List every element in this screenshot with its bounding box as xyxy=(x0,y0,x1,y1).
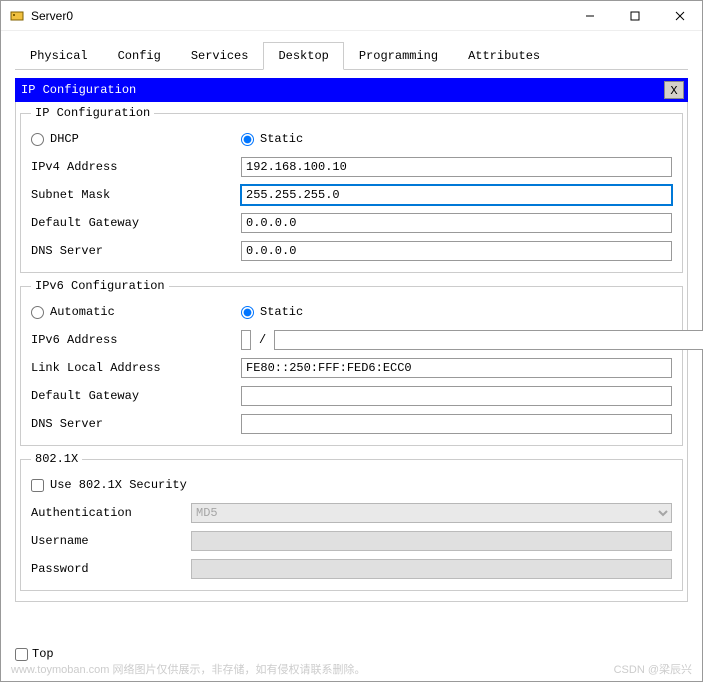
ipv6-auto-label: Automatic xyxy=(50,305,115,319)
use-8021x-label: Use 802.1X Security xyxy=(50,478,187,492)
ipv6-gateway-input[interactable] xyxy=(241,386,672,406)
ipv4-legend: IP Configuration xyxy=(31,106,154,120)
dot1x-legend: 802.1X xyxy=(31,452,82,466)
authentication-select: MD5 xyxy=(191,503,672,523)
maximize-button[interactable] xyxy=(612,1,657,31)
tab-services[interactable]: Services xyxy=(176,42,264,70)
minimize-button[interactable] xyxy=(567,1,612,31)
dot1x-fieldset: 802.1X Use 802.1X Security Authenticatio… xyxy=(20,452,683,591)
ipv4-static-label: Static xyxy=(260,132,303,146)
ip-config-body: IP Configuration DHCP Static IPv4 Addres… xyxy=(15,102,688,602)
ipv4-dns-input[interactable] xyxy=(241,241,672,261)
ipv6-dns-label: DNS Server xyxy=(31,417,241,431)
username-input xyxy=(191,531,672,551)
password-label: Password xyxy=(31,562,191,576)
window-titlebar: Server0 xyxy=(1,1,702,31)
ipv6-address-input[interactable] xyxy=(241,330,251,350)
ipv6-auto-input[interactable] xyxy=(31,306,44,319)
tab-programming[interactable]: Programming xyxy=(344,42,453,70)
ipv6-prefix-input[interactable] xyxy=(274,330,703,350)
panel-title: IP Configuration xyxy=(21,83,664,97)
ipv6-static-radio[interactable]: Static xyxy=(241,305,451,319)
ipv4-dhcp-radio[interactable]: DHCP xyxy=(31,132,241,146)
ipv6-gateway-label: Default Gateway xyxy=(31,389,241,403)
ipv4-static-input[interactable] xyxy=(241,133,254,146)
subnet-mask-label: Subnet Mask xyxy=(31,188,241,202)
ipv4-dhcp-label: DHCP xyxy=(50,132,79,146)
link-local-label: Link Local Address xyxy=(31,361,241,375)
ipv6-address-label: IPv6 Address xyxy=(31,333,241,347)
ipv6-static-label: Static xyxy=(260,305,303,319)
close-button[interactable] xyxy=(657,1,702,31)
ipv4-static-radio[interactable]: Static xyxy=(241,132,451,146)
authentication-label: Authentication xyxy=(31,506,191,520)
ipv6-legend: IPv6 Configuration xyxy=(31,279,169,293)
ipv6-dns-input[interactable] xyxy=(241,414,672,434)
use-8021x-checkbox[interactable]: Use 802.1X Security xyxy=(31,478,187,492)
app-icon xyxy=(9,8,25,24)
slash-separator: / xyxy=(259,333,266,347)
ipv4-address-input[interactable] xyxy=(241,157,672,177)
watermark-right: CSDN @梁辰兴 xyxy=(614,661,692,677)
tab-desktop[interactable]: Desktop xyxy=(263,42,343,70)
ipv6-auto-radio[interactable]: Automatic xyxy=(31,305,241,319)
tab-attributes[interactable]: Attributes xyxy=(453,42,555,70)
ipv4-dns-label: DNS Server xyxy=(31,244,241,258)
ipv6-fieldset: IPv6 Configuration Automatic Static IPv6… xyxy=(20,279,683,446)
ipv4-address-label: IPv4 Address xyxy=(31,160,241,174)
ipv6-static-input[interactable] xyxy=(241,306,254,319)
ipv4-gateway-label: Default Gateway xyxy=(31,216,241,230)
panel-close-button[interactable]: X xyxy=(664,81,684,99)
ip-config-header: IP Configuration X xyxy=(15,78,688,102)
use-8021x-input[interactable] xyxy=(31,479,44,492)
ipv4-dhcp-input[interactable] xyxy=(31,133,44,146)
window-title: Server0 xyxy=(31,9,567,23)
top-checkbox-input[interactable] xyxy=(15,648,28,661)
subnet-mask-input[interactable] xyxy=(241,185,672,205)
main-tabs: Physical Config Services Desktop Program… xyxy=(15,41,688,70)
tab-physical[interactable]: Physical xyxy=(15,42,103,70)
ipv4-gateway-input[interactable] xyxy=(241,213,672,233)
username-label: Username xyxy=(31,534,191,548)
top-checkbox[interactable]: Top xyxy=(15,647,54,661)
footer: Top xyxy=(15,647,688,661)
link-local-input[interactable] xyxy=(241,358,672,378)
password-input xyxy=(191,559,672,579)
watermark-left: www.toymoban.com 网络图片仅供展示，非存储，如有侵权请联系删除。 xyxy=(11,661,365,677)
tab-config[interactable]: Config xyxy=(103,42,176,70)
watermark: www.toymoban.com 网络图片仅供展示，非存储，如有侵权请联系删除。… xyxy=(11,661,692,677)
top-label: Top xyxy=(32,647,54,661)
ipv4-fieldset: IP Configuration DHCP Static IPv4 Addres… xyxy=(20,106,683,273)
